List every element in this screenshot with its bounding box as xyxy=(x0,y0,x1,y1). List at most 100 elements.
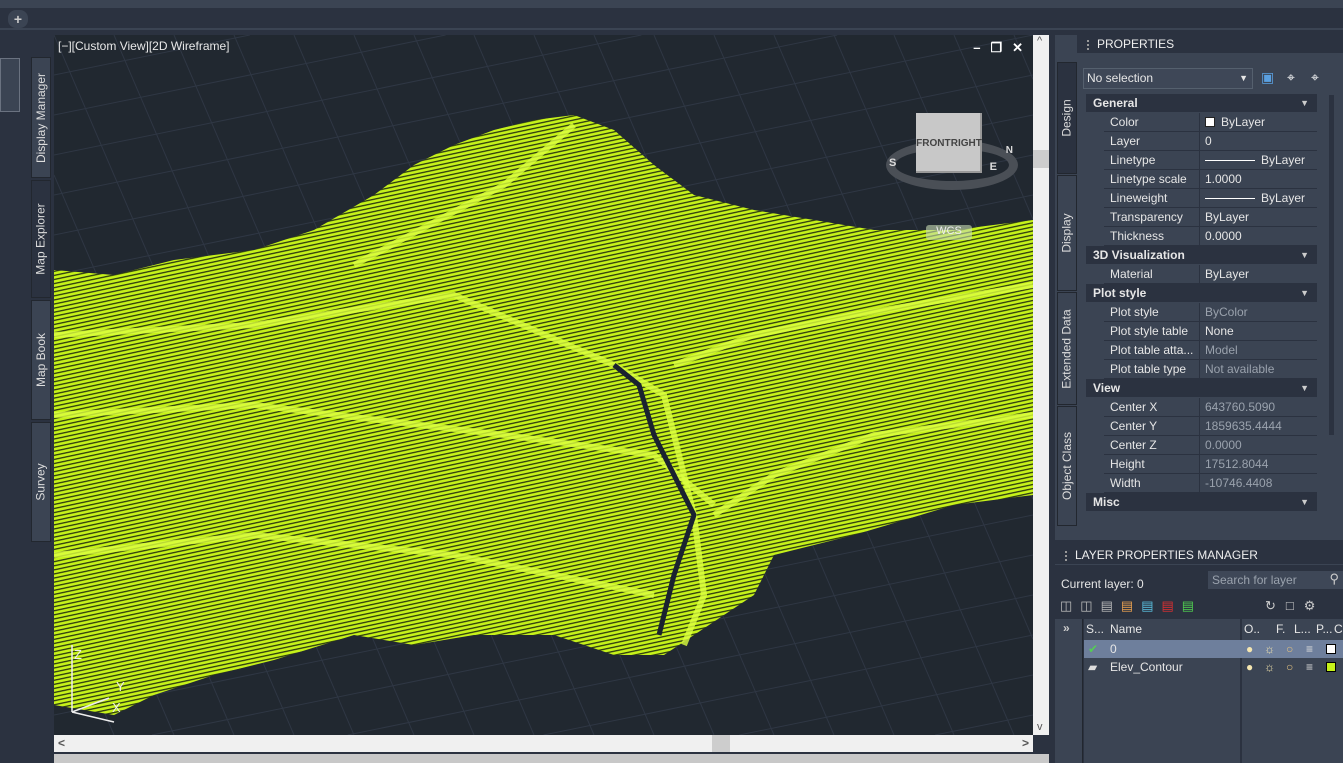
tab-extended-data[interactable]: Extended Data xyxy=(1057,292,1077,405)
new-layer-vp-frozen-icon[interactable]: ▤ xyxy=(1141,598,1153,614)
section-general[interactable]: General ▼ xyxy=(1086,94,1317,113)
column-header[interactable]: L... xyxy=(1294,619,1311,639)
sun-icon[interactable]: ☼ xyxy=(1264,640,1275,658)
property-value[interactable]: 0 xyxy=(1200,132,1317,150)
new-group-filter-icon[interactable]: ◫ xyxy=(1080,598,1092,614)
quick-select-icon[interactable]: ⌖ xyxy=(1311,69,1319,86)
filter-tree-panel[interactable]: » xyxy=(1055,619,1083,763)
selection-dropdown[interactable]: No selection ▼ xyxy=(1083,68,1253,89)
lightbulb-icon[interactable]: ● xyxy=(1246,658,1253,676)
layer-color-swatch[interactable] xyxy=(1326,644,1336,654)
new-layer-icon[interactable]: ▤ xyxy=(1121,598,1133,614)
layer-row[interactable]: ✔ 0 ● ☼ ○ ≡ xyxy=(1084,640,1343,658)
column-header[interactable]: F. xyxy=(1276,619,1285,639)
layer-name[interactable]: Elev_Contour xyxy=(1110,658,1183,676)
section-plot-style[interactable]: Plot style ▼ xyxy=(1086,284,1317,303)
toggle-pickadd-icon[interactable]: ▣ xyxy=(1261,69,1274,86)
property-row[interactable]: Thickness 0.0000 xyxy=(1104,227,1317,246)
column-header[interactable]: S... xyxy=(1086,619,1104,639)
viewport-controls-label[interactable]: [−][Custom View][2D Wireframe] xyxy=(58,39,230,53)
layer-search-input[interactable]: Search for layer ⚲ xyxy=(1208,571,1343,589)
delete-layer-icon[interactable]: ▤ xyxy=(1161,598,1173,614)
property-value[interactable]: 643760.5090 xyxy=(1200,398,1317,416)
property-value[interactable]: 17512.8044 xyxy=(1200,455,1317,473)
layer-color-swatch[interactable] xyxy=(1326,662,1336,672)
new-property-filter-icon[interactable]: ◫ xyxy=(1060,598,1072,614)
expand-filter-icon[interactable]: » xyxy=(1063,621,1070,635)
printer-icon[interactable]: ≡ xyxy=(1306,640,1313,658)
unlock-icon[interactable]: ○ xyxy=(1286,640,1293,658)
property-value[interactable]: ByColor xyxy=(1200,303,1317,321)
section-3d-visualization[interactable]: 3D Visualization ▼ xyxy=(1086,246,1317,265)
lightbulb-icon[interactable]: ● xyxy=(1246,640,1253,658)
layer-name[interactable]: 0 xyxy=(1110,640,1117,658)
layer-states-manager-icon[interactable]: ▤ xyxy=(1101,598,1113,614)
tab-design[interactable]: Design xyxy=(1057,62,1077,174)
property-row[interactable]: Linetype ByLayer xyxy=(1104,151,1317,170)
property-value[interactable]: ByLayer xyxy=(1200,208,1317,226)
property-row[interactable]: Height 17512.8044 xyxy=(1104,455,1317,474)
property-row[interactable]: Plot table atta... Model xyxy=(1104,341,1317,360)
property-row[interactable]: Plot style ByColor xyxy=(1104,303,1317,322)
property-value[interactable]: ByLayer xyxy=(1200,265,1317,283)
property-row[interactable]: Lineweight ByLayer xyxy=(1104,189,1317,208)
set-current-icon[interactable]: ▤ xyxy=(1182,598,1194,614)
property-value[interactable]: 0.0000 xyxy=(1200,227,1317,245)
property-value[interactable]: 1.0000 xyxy=(1200,170,1317,188)
property-value[interactable]: 1859635.4444 xyxy=(1200,417,1317,435)
close-viewport-button[interactable]: ✕ xyxy=(1012,40,1023,56)
properties-header[interactable]: PROPERTIES xyxy=(1077,35,1343,53)
tab-display-manager[interactable]: Display Manager xyxy=(31,57,51,178)
printer-icon[interactable]: ≡ xyxy=(1306,658,1313,676)
unlock-icon[interactable]: ○ xyxy=(1286,658,1293,676)
restore-viewport-button[interactable]: ❐ xyxy=(990,40,1002,56)
tab-map-explorer[interactable]: Map Explorer xyxy=(31,180,51,298)
layer-manager-header[interactable]: LAYER PROPERTIES MANAGER xyxy=(1055,545,1343,565)
column-header[interactable]: Co xyxy=(1334,619,1343,639)
sun-icon[interactable]: ☼ xyxy=(1264,658,1275,676)
refresh-icon[interactable]: ↻ xyxy=(1265,598,1276,614)
column-header[interactable]: O.. xyxy=(1244,619,1260,639)
horizontal-scrollbar[interactable]: < > xyxy=(54,735,1033,752)
minimize-viewport-button[interactable]: – xyxy=(973,40,980,56)
new-tab-button[interactable]: + xyxy=(8,10,28,28)
column-header[interactable]: P... xyxy=(1316,619,1332,639)
scroll-left-button[interactable]: < xyxy=(58,736,65,750)
property-row[interactable]: Plot table type Not available xyxy=(1104,360,1317,379)
property-value[interactable]: -10746.4408 xyxy=(1200,474,1317,492)
wcs-menu[interactable]: WCS xyxy=(926,225,972,240)
property-row[interactable]: Center X 643760.5090 xyxy=(1104,398,1317,417)
property-row[interactable]: Layer 0 xyxy=(1104,132,1317,151)
properties-scrollbar[interactable] xyxy=(1329,95,1334,435)
scroll-right-button[interactable]: > xyxy=(1022,736,1029,750)
property-value[interactable]: 0.0000 xyxy=(1200,436,1317,454)
vertical-scrollbar[interactable]: ^ v xyxy=(1033,35,1049,735)
property-row[interactable]: Center Y 1859635.4444 xyxy=(1104,417,1317,436)
property-row[interactable]: Color ByLayer xyxy=(1104,113,1317,132)
gear-icon[interactable]: ⚙ xyxy=(1304,598,1316,614)
viewcube-front[interactable]: FRONT xyxy=(916,138,950,149)
scroll-up-button[interactable]: ^ xyxy=(1037,35,1042,47)
select-objects-icon[interactable]: ⌖ xyxy=(1287,69,1295,86)
property-row[interactable]: Center Z 0.0000 xyxy=(1104,436,1317,455)
property-row[interactable]: Plot style table None xyxy=(1104,322,1317,341)
tab-survey[interactable]: Survey xyxy=(31,422,51,542)
property-value[interactable]: None xyxy=(1200,322,1317,340)
section-view[interactable]: View ▼ xyxy=(1086,379,1317,398)
tab-map-book[interactable]: Map Book xyxy=(31,300,51,420)
drawing-viewport[interactable]: [−][Custom View][2D Wireframe] – ❐ ✕ S N… xyxy=(54,35,1033,735)
viewcube[interactable]: FRONT RIGHT xyxy=(916,113,982,173)
property-value[interactable]: Model xyxy=(1200,341,1317,359)
layer-settings-icon[interactable]: □ xyxy=(1286,598,1294,614)
property-row[interactable]: Linetype scale 1.0000 xyxy=(1104,170,1317,189)
layer-row[interactable]: ▰ Elev_Contour ● ☼ ○ ≡ xyxy=(1084,658,1343,676)
scroll-thumb[interactable] xyxy=(1033,150,1049,168)
property-row[interactable]: Transparency ByLayer xyxy=(1104,208,1317,227)
property-value[interactable]: ByLayer xyxy=(1200,113,1317,131)
property-value[interactable]: ByLayer xyxy=(1200,189,1317,207)
scroll-thumb[interactable] xyxy=(712,735,730,752)
property-row[interactable]: Material ByLayer xyxy=(1104,265,1317,284)
property-value[interactable]: ByLayer xyxy=(1200,151,1317,169)
section-misc[interactable]: Misc ▼ xyxy=(1086,493,1317,512)
column-header[interactable]: Name xyxy=(1110,619,1142,639)
